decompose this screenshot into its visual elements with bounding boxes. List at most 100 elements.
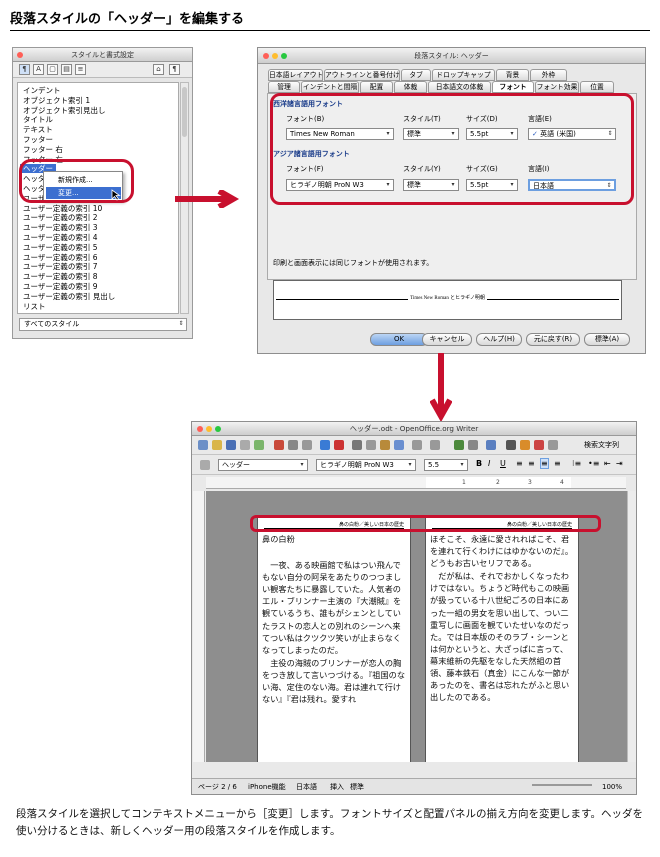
style-item[interactable]: ユーザー定義の索引 見出し (23, 292, 115, 301)
indent-icon[interactable]: ⇤ (604, 459, 611, 468)
new-icon[interactable] (198, 440, 208, 450)
tab[interactable]: タブ (401, 69, 431, 81)
mail-icon[interactable] (240, 440, 250, 450)
tab[interactable]: 位置 (580, 81, 614, 93)
style-item[interactable]: ユーザー定義の索引 5 (23, 243, 98, 252)
style-item[interactable]: ユーザー定義の索引 9 (23, 282, 98, 291)
table-icon[interactable] (468, 440, 478, 450)
minimize-icon[interactable] (272, 53, 278, 59)
style-item[interactable]: オブジェクト索引 1 (23, 96, 90, 105)
style-item[interactable]: ユーザー定義の索引 6 (23, 253, 98, 262)
outdent-icon[interactable]: ⇥ (616, 459, 623, 468)
document-canvas[interactable]: 鼻の白粉／美しい日本の歴史 鼻の白粉 一夜、ある映画館で私はつい飛んでもない自分… (206, 491, 627, 762)
print-icon[interactable] (288, 440, 298, 450)
style-filter-select[interactable]: すべてのスタイル ⇕ (19, 318, 187, 331)
tab[interactable]: 管理 (268, 81, 300, 93)
character-styles-icon[interactable]: A (33, 64, 44, 75)
style-item[interactable]: インデント (23, 86, 61, 95)
font-name-select[interactable]: ヒラギノ明朝 ProN W3 ▾ (316, 459, 416, 471)
style-item[interactable]: ユーザー定義の索引 8 (23, 272, 98, 281)
paste-icon[interactable] (380, 440, 390, 450)
vertical-scrollbar[interactable] (627, 491, 636, 762)
tab[interactable]: 配置 (360, 81, 393, 93)
style-item[interactable]: オブジェクト索引見出し (23, 106, 106, 115)
hyperlink-icon[interactable] (454, 440, 464, 450)
zoom-tool-icon[interactable] (548, 440, 558, 450)
find-icon[interactable] (506, 440, 516, 450)
clone-icon[interactable] (394, 440, 404, 450)
ok-button[interactable]: OK (370, 333, 428, 346)
font-size-select[interactable]: 5.5 ▾ (424, 459, 468, 471)
styles-icon[interactable] (200, 460, 210, 470)
paragraph-style-select[interactable]: ヘッダー ▾ (218, 459, 308, 471)
redo-icon[interactable] (430, 440, 440, 450)
tab[interactable]: 外枠 (530, 69, 567, 81)
tab[interactable]: フォント効果 (535, 81, 579, 93)
style-item[interactable]: ユーザー定義の索引 4 (23, 233, 98, 242)
style-item[interactable]: フッター 右 (23, 145, 63, 154)
copy-icon[interactable] (366, 440, 376, 450)
horizontal-ruler[interactable]: 1 2 3 4 (206, 477, 626, 489)
tab[interactable]: ドロップキャップ (432, 69, 495, 81)
paragraph-styles-icon[interactable]: ¶ (19, 64, 30, 75)
new-style-icon[interactable]: ¶ (169, 64, 180, 75)
align-right-icon[interactable]: ≡ (540, 458, 549, 469)
tab[interactable]: 日本語レイアウト (268, 69, 323, 81)
minimize-icon[interactable] (206, 426, 212, 432)
italic-icon[interactable]: I (488, 459, 490, 468)
close-icon[interactable] (17, 52, 23, 58)
style-item[interactable]: ユーザー定義の索引 7 (23, 262, 98, 271)
list-styles-icon[interactable]: ≡ (75, 64, 86, 75)
standard-button[interactable]: 標準(A) (584, 333, 630, 346)
close-icon[interactable] (263, 53, 269, 59)
page-body[interactable]: 鼻の白粉 一夜、ある映画館で私はつい飛んでもない自分の阿呆をあたりのつつましい観… (262, 533, 408, 706)
reset-button[interactable]: 元に戻す(R) (526, 333, 580, 346)
navigator-icon[interactable] (520, 440, 530, 450)
style-item[interactable]: ユーザー定義の索引 10 (23, 204, 102, 213)
zoom-icon[interactable] (281, 53, 287, 59)
style-item[interactable]: フッター (23, 135, 53, 144)
bullets-icon[interactable]: •≡ (588, 459, 599, 468)
writer-title: ヘッダー.odt - OpenOffice.org Writer (349, 424, 479, 433)
align-center-icon[interactable]: ≡ (528, 459, 535, 468)
help-button[interactable]: ヘルプ(H) (476, 333, 522, 346)
preview-icon[interactable] (302, 440, 312, 450)
align-left-icon[interactable]: ≡ (516, 459, 523, 468)
frame-styles-icon[interactable]: ▢ (47, 64, 58, 75)
zoom-slider[interactable] (532, 784, 592, 786)
open-icon[interactable] (212, 440, 222, 450)
tab[interactable]: 体裁 (394, 81, 427, 93)
cut-icon[interactable] (352, 440, 362, 450)
style-item[interactable]: ユーザー定義の索引 2 (23, 213, 98, 222)
tab[interactable]: フォント (492, 81, 534, 93)
zoom-icon[interactable] (215, 426, 221, 432)
autocheck-icon[interactable] (334, 440, 344, 450)
save-icon[interactable] (226, 440, 236, 450)
close-icon[interactable] (197, 426, 203, 432)
tab[interactable]: 背景 (496, 69, 529, 81)
page-styles-icon[interactable]: ▤ (61, 64, 72, 75)
tab[interactable]: インデントと間隔 (301, 81, 359, 93)
fill-format-icon[interactable]: ⌂ (153, 64, 164, 75)
chart-icon[interactable] (486, 440, 496, 450)
bold-icon[interactable]: B (476, 459, 482, 468)
scroll-thumb[interactable] (182, 87, 187, 137)
gallery-icon[interactable] (534, 440, 544, 450)
vertical-ruler[interactable] (193, 491, 205, 762)
style-item[interactable]: タイトル (23, 115, 53, 124)
tab[interactable]: 日本語文の体裁 (428, 81, 491, 93)
spellcheck-icon[interactable] (320, 440, 330, 450)
edit-icon[interactable] (254, 440, 264, 450)
tab[interactable]: アウトラインと番号付け (324, 69, 400, 81)
undo-icon[interactable] (412, 440, 422, 450)
numbering-icon[interactable]: ⁝≡ (572, 459, 581, 468)
underline-icon[interactable]: U (500, 459, 506, 468)
page-title: 段落スタイルの「ヘッダー」を編集する (10, 12, 245, 27)
justify-icon[interactable]: ≡ (554, 459, 561, 468)
cancel-button[interactable]: キャンセル (422, 333, 472, 346)
style-item[interactable]: テキスト (23, 125, 53, 134)
style-item[interactable]: ユーザー定義の索引 3 (23, 223, 98, 232)
page-body[interactable]: ほそこそ、永遠に愛されればこそ、君を連れて行くわけにはゆかないのだ』。どうもお古… (430, 533, 576, 704)
style-item[interactable]: リスト (23, 302, 46, 311)
pdf-icon[interactable] (274, 440, 284, 450)
